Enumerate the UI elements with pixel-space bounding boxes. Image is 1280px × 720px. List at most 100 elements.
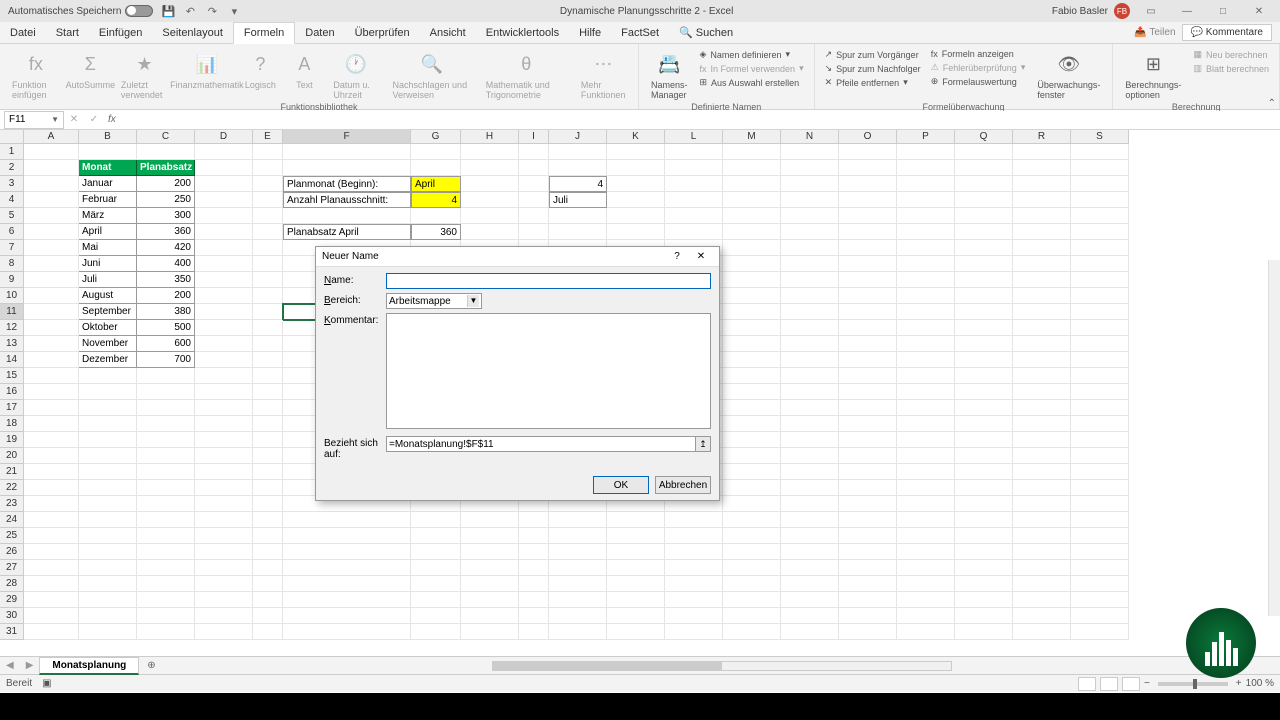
cell-Q13[interactable] xyxy=(955,336,1013,352)
cell-M8[interactable] xyxy=(723,256,781,272)
cell-L3[interactable] xyxy=(665,176,723,192)
cell-S9[interactable] xyxy=(1071,272,1129,288)
normal-view-icon[interactable] xyxy=(1078,677,1096,691)
refers-to-input[interactable] xyxy=(386,436,696,452)
cell-R28[interactable] xyxy=(1013,576,1071,592)
more-functions-button[interactable]: ⋯Mehr Funktionen xyxy=(577,48,630,102)
cell-D20[interactable] xyxy=(195,448,253,464)
cell-B29[interactable] xyxy=(79,592,137,608)
cell-S23[interactable] xyxy=(1071,496,1129,512)
cell-E17[interactable] xyxy=(253,400,283,416)
row-header-19[interactable]: 19 xyxy=(0,432,24,448)
cell-J1[interactable] xyxy=(549,144,607,160)
cell-R22[interactable] xyxy=(1013,480,1071,496)
cell-A8[interactable] xyxy=(24,256,79,272)
sheet-tab-monatsplanung[interactable]: Monatsplanung xyxy=(39,657,139,675)
col-header-S[interactable]: S xyxy=(1071,130,1129,144)
cell-R5[interactable] xyxy=(1013,208,1071,224)
zoom-slider[interactable] xyxy=(1158,682,1228,686)
cell-N25[interactable] xyxy=(781,528,839,544)
cell-C16[interactable] xyxy=(137,384,195,400)
cell-A12[interactable] xyxy=(24,320,79,336)
zoom-out-icon[interactable]: − xyxy=(1144,678,1150,689)
cell-D8[interactable] xyxy=(195,256,253,272)
cell-R6[interactable] xyxy=(1013,224,1071,240)
cell-I29[interactable] xyxy=(519,592,549,608)
cell-S7[interactable] xyxy=(1071,240,1129,256)
page-layout-view-icon[interactable] xyxy=(1100,677,1118,691)
cell-M7[interactable] xyxy=(723,240,781,256)
cell-Q19[interactable] xyxy=(955,432,1013,448)
col-header-A[interactable]: A xyxy=(24,130,79,144)
cell-M3[interactable] xyxy=(723,176,781,192)
cell-A26[interactable] xyxy=(24,544,79,560)
cell-R4[interactable] xyxy=(1013,192,1071,208)
cell-D30[interactable] xyxy=(195,608,253,624)
cell-R2[interactable] xyxy=(1013,160,1071,176)
cell-M9[interactable] xyxy=(723,272,781,288)
cell-J2[interactable] xyxy=(549,160,607,176)
cell-G29[interactable] xyxy=(411,592,461,608)
cell-P22[interactable] xyxy=(897,480,955,496)
row-header-10[interactable]: 10 xyxy=(0,288,24,304)
row-header-7[interactable]: 7 xyxy=(0,240,24,256)
tab-seitenlayout[interactable]: Seitenlayout xyxy=(152,23,233,43)
cell-I25[interactable] xyxy=(519,528,549,544)
cell-H4[interactable] xyxy=(461,192,519,208)
cell-N14[interactable] xyxy=(781,352,839,368)
cell-A10[interactable] xyxy=(24,288,79,304)
cell-J3[interactable]: 4 xyxy=(549,176,607,192)
cell-F27[interactable] xyxy=(283,560,411,576)
cell-I24[interactable] xyxy=(519,512,549,528)
cell-P13[interactable] xyxy=(897,336,955,352)
cell-S15[interactable] xyxy=(1071,368,1129,384)
cell-P4[interactable] xyxy=(897,192,955,208)
cell-D22[interactable] xyxy=(195,480,253,496)
cell-D3[interactable] xyxy=(195,176,253,192)
tab-start[interactable]: Start xyxy=(46,23,89,43)
cell-J27[interactable] xyxy=(549,560,607,576)
row-header-20[interactable]: 20 xyxy=(0,448,24,464)
cell-H31[interactable] xyxy=(461,624,519,640)
cell-Q23[interactable] xyxy=(955,496,1013,512)
cell-F30[interactable] xyxy=(283,608,411,624)
cell-E26[interactable] xyxy=(253,544,283,560)
cell-A22[interactable] xyxy=(24,480,79,496)
cell-B16[interactable] xyxy=(79,384,137,400)
cell-I26[interactable] xyxy=(519,544,549,560)
row-header-6[interactable]: 6 xyxy=(0,224,24,240)
cell-R19[interactable] xyxy=(1013,432,1071,448)
cell-S20[interactable] xyxy=(1071,448,1129,464)
cell-R15[interactable] xyxy=(1013,368,1071,384)
row-header-4[interactable]: 4 xyxy=(0,192,24,208)
cell-B13[interactable]: November xyxy=(79,336,137,352)
cell-D25[interactable] xyxy=(195,528,253,544)
row-header-30[interactable]: 30 xyxy=(0,608,24,624)
cell-A13[interactable] xyxy=(24,336,79,352)
cell-M4[interactable] xyxy=(723,192,781,208)
cell-N9[interactable] xyxy=(781,272,839,288)
cell-Q29[interactable] xyxy=(955,592,1013,608)
cell-O5[interactable] xyxy=(839,208,897,224)
row-header-21[interactable]: 21 xyxy=(0,464,24,480)
cell-I2[interactable] xyxy=(519,160,549,176)
cell-G25[interactable] xyxy=(411,528,461,544)
col-header-D[interactable]: D xyxy=(195,130,253,144)
cell-D13[interactable] xyxy=(195,336,253,352)
cell-R21[interactable] xyxy=(1013,464,1071,480)
cell-S5[interactable] xyxy=(1071,208,1129,224)
cell-B25[interactable] xyxy=(79,528,137,544)
cell-P6[interactable] xyxy=(897,224,955,240)
row-header-12[interactable]: 12 xyxy=(0,320,24,336)
row-header-29[interactable]: 29 xyxy=(0,592,24,608)
cell-L24[interactable] xyxy=(665,512,723,528)
cell-K30[interactable] xyxy=(607,608,665,624)
cell-O13[interactable] xyxy=(839,336,897,352)
minimize-icon[interactable]: — xyxy=(1172,1,1202,21)
cell-S1[interactable] xyxy=(1071,144,1129,160)
cell-I28[interactable] xyxy=(519,576,549,592)
cell-I6[interactable] xyxy=(519,224,549,240)
cell-N6[interactable] xyxy=(781,224,839,240)
dialog-close-icon[interactable]: ✕ xyxy=(689,248,713,266)
lookup-button[interactable]: 🔍Nachschlagen und Verweisen xyxy=(389,48,476,102)
